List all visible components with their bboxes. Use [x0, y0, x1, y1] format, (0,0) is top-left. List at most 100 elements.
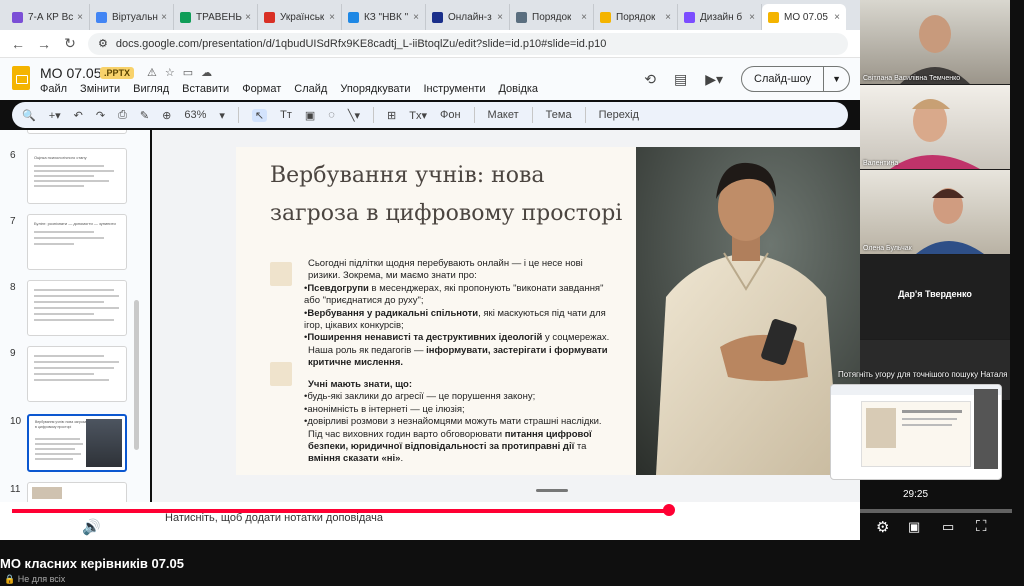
layout-button[interactable]: Макет	[488, 109, 519, 121]
browser-tab[interactable]: Дизайн б ×	[678, 4, 762, 30]
url-field[interactable]: ⚙ docs.google.com/presentation/d/1qbudUI…	[88, 32, 848, 55]
document-title[interactable]: МО 07.05	[40, 65, 101, 81]
comment-add-icon[interactable]: ⊞	[387, 109, 396, 122]
tab-close-icon[interactable]: ×	[831, 12, 840, 23]
slides-logo-icon[interactable]	[12, 66, 30, 90]
subtitles-icon[interactable]: ▤	[842, 519, 854, 535]
tab-close-icon[interactable]: ×	[410, 12, 419, 23]
browser-tab[interactable]: МО 07.05 ×	[762, 4, 846, 30]
menu-item[interactable]: Вигляд	[133, 83, 169, 95]
slide-body-text[interactable]: Сьогодні підлітки щодня перебувають онла…	[304, 258, 616, 370]
current-slide[interactable]: Вербування учнів: нова загроза в цифрово…	[236, 147, 860, 475]
participant-tile[interactable]: Дар'я Тверденко	[860, 255, 1010, 339]
browser-tab[interactable]: Порядок ×	[510, 4, 594, 30]
menu-item[interactable]: Інструменти	[423, 83, 485, 95]
transition-button[interactable]: Перехід	[599, 109, 639, 121]
tab-close-icon[interactable]: ×	[158, 12, 167, 23]
line-icon[interactable]: ╲▾	[348, 109, 360, 122]
tab-close-icon[interactable]: ×	[746, 12, 755, 23]
print-icon[interactable]: ⎙	[118, 109, 127, 122]
search-menus-icon[interactable]: 🔍	[22, 109, 36, 122]
slide-thumbnail-partial[interactable]	[27, 130, 127, 134]
background-button[interactable]: Фон	[440, 109, 461, 121]
participant-tile[interactable]: Олена Бульчак	[860, 170, 1010, 254]
warning-icon[interactable]: ⚠	[147, 66, 157, 79]
slideshow-label[interactable]: Слайд-шоу	[742, 67, 825, 91]
browser-tab[interactable]: КЗ "НВК " ×	[342, 4, 426, 30]
zoom-select[interactable]: 63%	[184, 109, 206, 121]
menu-item[interactable]: Формат	[242, 83, 281, 95]
participant-tile[interactable]: Валентина	[860, 85, 1010, 169]
zoom-icon[interactable]: ⊕	[162, 109, 171, 122]
menu-item[interactable]: Вставити	[182, 83, 229, 95]
menu-item[interactable]: Упорядкувати	[340, 83, 410, 95]
browser-tab[interactable]: Українськ ×	[258, 4, 342, 30]
tab-close-icon[interactable]: ×	[578, 12, 587, 23]
redo-icon[interactable]: ↷	[96, 109, 105, 122]
participant-tile[interactable]: Світлана Василівна Темченко	[860, 0, 1010, 84]
settings-gear-icon[interactable]: ⚙	[876, 518, 889, 536]
paint-format-icon[interactable]: ✎	[140, 109, 149, 122]
forward-icon[interactable]: →	[36, 36, 52, 52]
browser-tab[interactable]: Віртуальн ×	[90, 4, 174, 30]
tab-close-icon[interactable]: ×	[494, 12, 503, 23]
slide-photo-teen-with-phone[interactable]	[636, 147, 860, 475]
text-box-icon[interactable]: Tт	[280, 109, 292, 121]
fullscreen-icon[interactable]: ⛶	[976, 518, 987, 535]
tab-close-icon[interactable]: ×	[242, 12, 251, 23]
image-icon[interactable]: ▣	[305, 109, 315, 122]
volume-icon[interactable]: 🔊	[82, 518, 101, 536]
menu-item[interactable]: Змінити	[80, 83, 120, 95]
slide-thumbnail-11[interactable]	[27, 482, 127, 502]
menu-item[interactable]: Файл	[40, 83, 67, 95]
slide-thumbnail-7[interactable]: Булінг: розпізнати — допомогти — зупинит…	[27, 214, 127, 270]
tab-close-icon[interactable]: ×	[326, 12, 335, 23]
move-folder-icon[interactable]: ▭	[183, 66, 193, 79]
tab-favicon-icon	[348, 11, 359, 23]
browser-tab[interactable]: ТРАВЕНЬ ×	[174, 4, 258, 30]
tab-close-icon[interactable]: ×	[662, 12, 671, 23]
filmstrip-scrollbar[interactable]	[134, 300, 139, 450]
slide-thumbnail-10-selected[interactable]: Вербування учнів: нова загроза в цифрово…	[27, 414, 127, 472]
star-icon[interactable]: ☆	[165, 66, 175, 79]
slide-body-text-2[interactable]: Учні мають знати, що: •будь-які заклики …	[304, 379, 616, 466]
next-icon[interactable]: ⏭	[50, 519, 64, 536]
progress-scrubber[interactable]	[663, 504, 675, 516]
slide-filmstrip[interactable]: 6 Оцінка психологічного стану 7 Булінг: …	[0, 130, 150, 502]
menu-item[interactable]: Довідка	[498, 83, 538, 95]
back-icon[interactable]: ←	[10, 36, 26, 52]
new-slide-icon[interactable]: +▾	[49, 109, 61, 122]
slideshow-button[interactable]: Слайд-шоу ▼	[741, 66, 850, 92]
participant-name: Світлана Василівна Темченко	[863, 75, 961, 82]
video-title[interactable]: МО класних керівників 07.05	[0, 556, 184, 571]
site-info-icon[interactable]: ⚙	[98, 37, 108, 50]
slide-title[interactable]: Вербування учнів: нова загроза в цифрово…	[270, 157, 650, 233]
theme-button[interactable]: Тема	[546, 109, 572, 121]
tab-close-icon[interactable]: ×	[74, 12, 83, 23]
clear-format-icon[interactable]: Tx▾	[409, 109, 427, 122]
progress-played[interactable]	[12, 509, 669, 513]
play-icon[interactable]: ▶	[16, 519, 28, 537]
slide-thumbnail-8[interactable]	[27, 280, 127, 336]
slide-canvas[interactable]: Вербування учнів: нова загроза в цифрово…	[152, 130, 860, 502]
select-tool-icon[interactable]: ↖	[251, 108, 268, 122]
reload-icon[interactable]: ↻	[62, 35, 78, 52]
slide-thumbnail-9[interactable]	[27, 346, 127, 402]
miniplayer-icon[interactable]: ▣	[908, 519, 920, 535]
chevron-down-icon[interactable]: ▼	[824, 74, 849, 84]
file-format-badge[interactable]: .PPTX	[100, 67, 135, 79]
browser-tab[interactable]: Порядок ×	[594, 4, 678, 30]
zoom-chevron-icon[interactable]: ▾	[219, 109, 225, 122]
slide-thumbnail-6[interactable]: Оцінка психологічного стану	[27, 148, 127, 204]
theater-mode-icon[interactable]: ▭	[942, 519, 954, 535]
canvas-scrollbar[interactable]	[536, 489, 568, 492]
comments-icon[interactable]: ▤	[674, 71, 687, 88]
undo-icon[interactable]: ↶	[74, 109, 83, 122]
shape-icon[interactable]: ◌	[328, 109, 335, 121]
meet-camera-icon[interactable]: ▶▾	[705, 71, 723, 88]
menu-item[interactable]: Слайд	[294, 83, 327, 95]
cloud-status-icon[interactable]: ☁	[201, 66, 212, 79]
history-icon[interactable]: ⟲	[644, 71, 656, 88]
browser-tab[interactable]: Онлайн-з ×	[426, 4, 510, 30]
browser-tab[interactable]: 7-А КР Вс ×	[6, 4, 90, 30]
